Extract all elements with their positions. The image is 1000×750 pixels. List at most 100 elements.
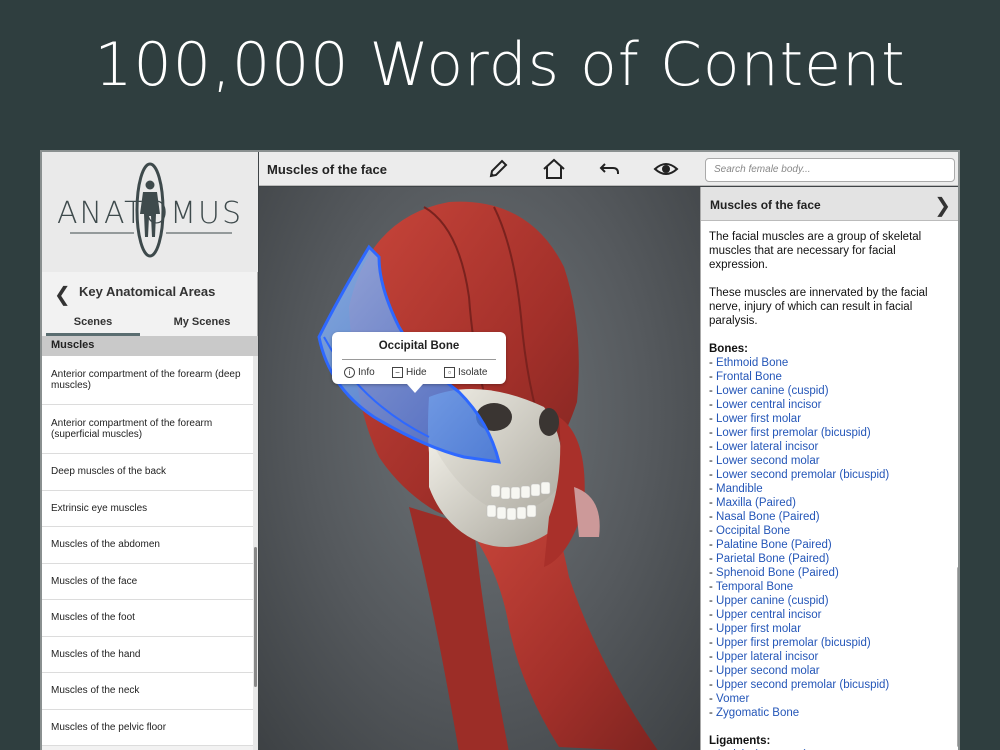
info-label: Info: [358, 366, 375, 378]
head-model[interactable]: [259, 187, 700, 750]
list-item[interactable]: Muscles of the hand: [42, 636, 253, 673]
popup-divider: [342, 359, 496, 360]
info-link[interactable]: Occipital Bone: [716, 525, 790, 537]
chevron-right-icon[interactable]: ❯: [934, 193, 951, 218]
info-link[interactable]: Lower second molar: [716, 455, 820, 467]
info-link-row: - Upper lateral incisor: [709, 650, 947, 664]
list-dash: -: [709, 651, 717, 663]
minus-box-icon: −: [392, 366, 403, 378]
list-item[interactable]: Muscles of the neck: [42, 673, 253, 710]
list-item[interactable]: Muscles of the pelvic floor: [42, 709, 253, 746]
list-dash: -: [709, 623, 717, 635]
info-link[interactable]: Maxilla (Paired): [716, 497, 796, 509]
info-scrollbar[interactable]: [957, 567, 958, 747]
info-link[interactable]: Zygomatic Bone: [716, 707, 799, 719]
info-link[interactable]: Mandible: [716, 483, 763, 495]
isolate-button[interactable]: ▫ Isolate: [444, 364, 487, 380]
info-link[interactable]: Parietal Bone (Paired): [716, 553, 829, 565]
info-link-row: - Lower central incisor: [709, 398, 947, 412]
info-button[interactable]: i Info: [344, 364, 375, 380]
list-dash: -: [709, 455, 717, 467]
popup-title: Occipital Bone: [378, 340, 460, 352]
info-link[interactable]: Lower central incisor: [716, 399, 821, 411]
info-link[interactable]: Ethmoid Bone: [716, 357, 788, 369]
pencil-icon[interactable]: [485, 157, 511, 181]
info-link[interactable]: Upper canine (cuspid): [716, 595, 829, 607]
info-paragraph: The facial muscles are a group of skelet…: [709, 231, 922, 271]
list-dash: -: [709, 609, 717, 621]
list-dash: -: [709, 707, 717, 719]
info-link[interactable]: Upper second molar: [716, 665, 820, 677]
app-window: ANATOMUS ❮ Key Anatomical Areas Scenes M…: [40, 150, 960, 750]
info-icon: i: [344, 366, 355, 378]
logo: ANATOMUS: [42, 152, 258, 272]
list-dash: -: [709, 483, 717, 495]
scene-list: Anterior compartment of the forearm (dee…: [42, 356, 253, 750]
info-link-row: - Zygomatic Bone: [709, 706, 947, 720]
info-link-row: - Lower first premolar (bicuspid): [709, 426, 947, 440]
tab-scenes[interactable]: Scenes: [46, 312, 140, 336]
logo-text: ANATOMUS: [57, 196, 243, 231]
info-link[interactable]: Lower first molar: [716, 413, 801, 425]
info-link-row: - Temporal Bone: [709, 580, 947, 594]
list-dash: -: [709, 595, 717, 607]
list-dash: -: [709, 413, 717, 425]
scrollbar-thumb[interactable]: [254, 547, 257, 687]
info-link[interactable]: Lower canine (cuspid): [716, 385, 829, 397]
info-link[interactable]: Palatine Bone (Paired): [716, 539, 832, 551]
info-link[interactable]: Lower second premolar (bicuspid): [716, 469, 889, 481]
undo-icon[interactable]: [597, 157, 623, 181]
list-item[interactable]: Muscles of the foot: [42, 600, 253, 637]
eye-icon[interactable]: [653, 157, 679, 181]
scene-tabs: Scenes My Scenes: [42, 312, 258, 336]
info-link[interactable]: Lower lateral incisor: [716, 441, 818, 453]
list-item[interactable]: Anterior compartment of the forearm (dee…: [42, 356, 253, 405]
hide-button[interactable]: − Hide: [392, 364, 427, 380]
info-link[interactable]: Lower first premolar (bicuspid): [716, 427, 871, 439]
list-dash: -: [709, 427, 717, 439]
info-link[interactable]: Upper first premolar (bicuspid): [716, 637, 871, 649]
bones-label: Bones:: [709, 343, 748, 355]
info-link-row: - Lower second molar: [709, 454, 947, 468]
info-link-row: - Upper first molar: [709, 622, 947, 636]
tab-my-scenes[interactable]: My Scenes: [154, 312, 250, 336]
list-dash: -: [709, 567, 717, 579]
info-link[interactable]: Upper first molar: [716, 623, 801, 635]
list-dash: -: [709, 539, 717, 551]
info-link-row: - Upper canine (cuspid): [709, 594, 947, 608]
list-item[interactable]: Deep muscles of the back: [42, 454, 253, 491]
info-link-row: - Lower first molar: [709, 412, 947, 426]
info-link[interactable]: Upper second premolar (bicuspid): [716, 679, 889, 691]
back-nav[interactable]: ❮ Key Anatomical Areas: [42, 274, 258, 308]
model-viewport[interactable]: Occipital Bone i Info − Hide ▫ Isolate: [259, 187, 700, 750]
info-link[interactable]: Temporal Bone: [716, 581, 793, 593]
scene-title: Muscles of the face: [267, 162, 387, 177]
search-input[interactable]: Search female body...: [705, 158, 955, 182]
info-link-row: - Lower lateral incisor: [709, 440, 947, 454]
info-link[interactable]: Sphenoid Bone (Paired): [716, 567, 839, 579]
home-icon[interactable]: [541, 157, 567, 181]
info-link-row: - Sphenoid Bone (Paired): [709, 566, 947, 580]
list-item[interactable]: Muscles of the face: [42, 563, 253, 600]
list-item[interactable]: Anterior compartment of the forearm (sup…: [42, 405, 253, 454]
info-link-row: - Parietal Bone (Paired): [709, 552, 947, 566]
list-dash: -: [709, 357, 717, 369]
chevron-left-icon[interactable]: ❮: [54, 282, 71, 307]
info-link[interactable]: Frontal Bone: [716, 371, 782, 383]
list-item[interactable]: Muscles of the abdomen: [42, 527, 253, 564]
list-dash: -: [709, 497, 717, 509]
toolbar: Muscles of the face Search female body..…: [259, 152, 958, 186]
info-link[interactable]: Upper central incisor: [716, 609, 821, 621]
info-title: Muscles of the face: [710, 198, 821, 212]
info-link-row: - Upper first premolar (bicuspid): [709, 636, 947, 650]
list-item[interactable]: Extrinsic eye muscles: [42, 490, 253, 527]
info-link-row: - Palatine Bone (Paired): [709, 538, 947, 552]
bones-list: - Ethmoid Bone - Frontal Bone - Lower cani…: [709, 356, 947, 720]
list-dash: -: [709, 469, 717, 481]
info-link-row: - Ethmoid Bone: [709, 356, 947, 370]
info-link-row: - Vomer: [709, 692, 947, 706]
info-link[interactable]: Vomer: [716, 693, 749, 705]
info-link[interactable]: Upper lateral incisor: [716, 651, 818, 663]
info-link[interactable]: Nasal Bone (Paired): [716, 511, 820, 523]
info-link-row: - Upper second molar: [709, 664, 947, 678]
